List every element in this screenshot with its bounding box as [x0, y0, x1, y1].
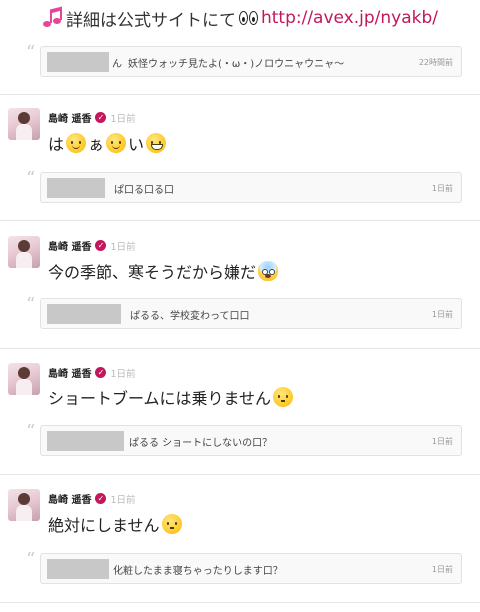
reply-text: ぱるる、学校変わって口口 [130, 311, 250, 322]
reply-box[interactable]: ぱ口る口る口 1日前 [40, 172, 462, 203]
eyes-icon [238, 11, 258, 25]
smile-face-icon [106, 133, 127, 153]
reply-text: 化粧したまま寝ちゃったりします口？ [113, 566, 283, 577]
post-time: 1日前 [110, 368, 136, 380]
grin-face-icon [146, 133, 167, 153]
reply-box[interactable]: ぱるる ショートにしないの口？ 1日前 [40, 425, 462, 456]
user-name[interactable]: 島崎 遥香 [48, 110, 91, 125]
redacted-name [47, 304, 121, 324]
redacted-name [47, 178, 105, 198]
reply-text: ぱ口る口る口 [114, 185, 174, 196]
redacted-name [47, 431, 124, 451]
message-text: ショートブームには乗りません [48, 389, 272, 408]
divider [0, 94, 480, 95]
quote-icon: “ [26, 168, 36, 189]
divider [0, 348, 480, 349]
user-name[interactable]: 島崎 遥香 [48, 238, 91, 253]
reply-time: 1日前 [431, 184, 453, 193]
neutral-face-icon [161, 514, 182, 534]
post-time: 1日前 [110, 113, 136, 125]
reply-text: 妖怪ウォッチ見たよ(・ω・)ノロウニャウニャ〜 [128, 59, 345, 70]
divider [0, 220, 480, 221]
message-text: 今の季節、寒そうだから嫌だ [48, 263, 257, 282]
quote-icon: “ [26, 42, 36, 63]
avatar[interactable] [8, 363, 40, 395]
verified-check-icon: ✓ [95, 367, 107, 378]
message-text: は [48, 135, 65, 154]
reply-time: 1日前 [431, 565, 453, 574]
divider [0, 602, 480, 603]
message-text: い [128, 135, 145, 154]
post-message: は ぁ い [48, 131, 168, 155]
post-time: 1日前 [110, 494, 136, 506]
divider [0, 474, 480, 475]
post-time: 1日前 [110, 241, 136, 253]
verified-check-icon: ✓ [95, 240, 107, 251]
post-message: 今の季節、寒そうだから嫌だ [48, 259, 280, 283]
reply-time: 1日前 [431, 437, 453, 446]
reply-name-suffix: ん [112, 59, 122, 70]
user-name[interactable]: 島崎 遥香 [48, 365, 91, 380]
quote-icon: “ [26, 549, 36, 570]
redacted-name [47, 559, 109, 579]
post-message: ショートブームには乗りません [48, 385, 295, 409]
post-header: 島崎 遥香 ✓ 1日前 [48, 491, 136, 506]
post-header: 島崎 遥香 ✓ 1日前 [48, 365, 136, 380]
avatar[interactable] [8, 108, 40, 140]
quote-icon: “ [26, 421, 36, 442]
avatar[interactable] [8, 236, 40, 268]
message-text: 絶対にしません [48, 516, 160, 535]
avatar[interactable] [8, 489, 40, 521]
reply-time: 1日前 [431, 310, 453, 319]
reply-box[interactable]: ん 妖怪ウォッチ見たよ(・ω・)ノロウニャウニャ〜 22時間前 [40, 46, 462, 77]
post-message: 絶対にしません [48, 512, 184, 536]
smile-face-icon [66, 133, 87, 153]
header-text: 詳細は公式サイトにて [65, 10, 236, 31]
post-header: 島崎 遥香 ✓ 1日前 [48, 238, 136, 253]
official-site-link[interactable]: http://avex.jp/nyakb/ [261, 8, 438, 28]
music-note-icon [42, 6, 64, 29]
reply-box[interactable]: ぱるる、学校変わって口口 1日前 [40, 298, 462, 329]
post-header: 島崎 遥香 ✓ 1日前 [48, 110, 136, 125]
header-banner: 詳細は公式サイトにて http://avex.jp/nyakb/ [0, 0, 480, 36]
message-text: ぁ [88, 135, 105, 154]
reply-box[interactable]: 化粧したまま寝ちゃったりします口？ 1日前 [40, 553, 462, 584]
verified-check-icon: ✓ [95, 112, 107, 123]
reply-text: ぱるる ショートにしないの口？ [129, 438, 273, 449]
verified-check-icon: ✓ [95, 493, 107, 504]
quote-icon: “ [26, 294, 36, 315]
reply-time: 22時間前 [418, 58, 453, 67]
neutral-face-icon [273, 387, 294, 407]
user-name[interactable]: 島崎 遥香 [48, 491, 91, 506]
redacted-name [47, 52, 109, 72]
fearful-face-icon [258, 261, 279, 281]
